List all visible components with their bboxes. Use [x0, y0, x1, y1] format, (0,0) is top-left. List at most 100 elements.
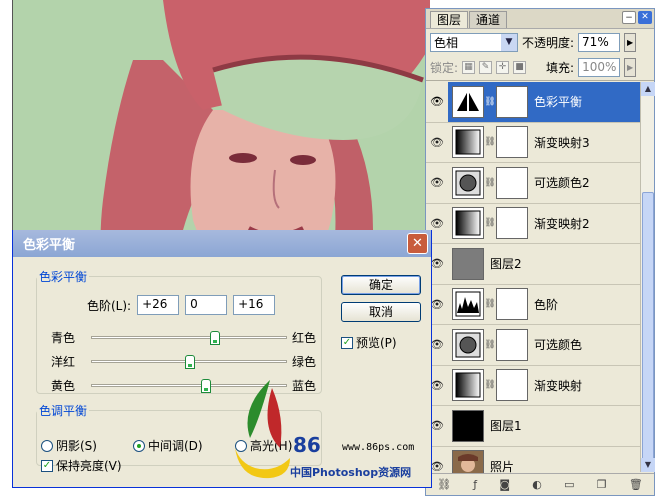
- gradient-icon: [452, 207, 484, 240]
- gradient-icon: [452, 369, 484, 402]
- radio-midtones[interactable]: 中间调(D): [133, 437, 203, 454]
- lock-label: 锁定:: [430, 61, 459, 75]
- link-icon[interactable]: ⛓: [484, 97, 496, 107]
- checkmark-icon[interactable]: ✓: [41, 459, 53, 472]
- close-icon[interactable]: ✕: [407, 233, 428, 254]
- layer-row[interactable]: 👁 ⛓ 渐变映射: [426, 366, 640, 406]
- layer-row[interactable]: 👁 图层2: [426, 244, 640, 285]
- opacity-slider-arrow-icon[interactable]: ▶: [624, 32, 637, 52]
- layer-mask[interactable]: [496, 126, 528, 159]
- lock-position-icon[interactable]: ✛: [496, 61, 510, 74]
- layer-style-icon[interactable]: ƒ: [473, 478, 477, 491]
- layer-row[interactable]: 👁 ⛓ 可选颜色: [426, 325, 640, 366]
- slider-knob[interactable]: [185, 355, 195, 369]
- panel-window-buttons: − ✕: [622, 11, 652, 24]
- ok-button[interactable]: 确定: [341, 275, 421, 295]
- eye-icon[interactable]: 👁: [426, 136, 448, 149]
- layer-row[interactable]: 👁 ⛓ 渐变映射3: [426, 123, 640, 163]
- preserve-luminosity-checkbox[interactable]: ✓ 保持亮度(V): [41, 457, 122, 474]
- level-yellow-blue-input[interactable]: +16: [233, 295, 276, 315]
- slider-track[interactable]: [91, 331, 287, 345]
- layer-row[interactable]: 👁 ⛓ 色阶: [426, 285, 640, 325]
- blend-mode-value: 色相: [434, 35, 459, 50]
- scroll-down-icon[interactable]: ▼: [641, 458, 655, 472]
- blend-mode-select[interactable]: 色相 ▼: [430, 32, 518, 52]
- slider-knob[interactable]: [210, 331, 221, 345]
- slider-cyan-red: 青色 红色: [51, 327, 316, 347]
- tab-layers[interactable]: 图层: [430, 11, 469, 28]
- layer-mask[interactable]: [496, 166, 528, 199]
- layer-row[interactable]: 👁 图层1: [426, 406, 640, 447]
- scrollbar-thumb[interactable]: [642, 192, 654, 462]
- layer-thumbnail: [452, 409, 484, 442]
- link-icon[interactable]: ⛓: [484, 299, 496, 309]
- group-title: 色彩平衡: [39, 270, 88, 284]
- eye-icon[interactable]: 👁: [426, 82, 448, 122]
- new-layer-icon[interactable]: ❐: [597, 478, 607, 491]
- link-layers-icon[interactable]: ⛓: [437, 478, 451, 491]
- chevron-down-icon: ▼: [501, 33, 517, 51]
- layers-list: 👁 ⛓ 色彩平衡 👁 ⛓ 渐变映射3 👁 ⛓ 可选颜色2 👁 ⛓ 渐变映射2 👁…: [426, 82, 640, 487]
- lock-transparency-icon[interactable]: ▦: [462, 61, 476, 74]
- checkmark-icon[interactable]: ✓: [341, 336, 353, 349]
- watermark-caption: 中国Photoshop资源网: [290, 466, 412, 479]
- adjustment-layer-icon[interactable]: ◐: [532, 478, 542, 491]
- lock-all-icon[interactable]: ■: [513, 61, 527, 74]
- new-group-icon[interactable]: ▭: [564, 478, 574, 491]
- eye-icon[interactable]: 👁: [426, 217, 448, 230]
- scroll-up-icon[interactable]: ▲: [641, 82, 655, 96]
- layer-row[interactable]: 👁 ⛓ 可选颜色2: [426, 163, 640, 204]
- layer-name: 渐变映射3: [534, 135, 590, 150]
- trash-icon[interactable]: 🗑: [629, 478, 643, 491]
- layer-mask[interactable]: [496, 369, 528, 402]
- dialog-titlebar[interactable]: 色彩平衡 ✕: [13, 230, 431, 257]
- color-balance-group: 色彩平衡 色阶(L): +26 0 +16 青色 红色 洋红 绿色 黄色 蓝色: [36, 268, 322, 394]
- layer-thumbnail: [452, 247, 484, 280]
- slider-left-label: 黄色: [51, 379, 76, 393]
- add-mask-icon[interactable]: ◙: [499, 478, 510, 491]
- slider-left-label: 青色: [51, 331, 76, 345]
- fill-slider-arrow-icon[interactable]: ▶: [624, 58, 637, 77]
- level-magenta-green-input[interactable]: 0: [185, 295, 228, 315]
- layer-name: 可选颜色2: [534, 176, 590, 191]
- link-icon[interactable]: ⛓: [484, 218, 496, 228]
- level-cyan-red-input[interactable]: +26: [137, 295, 180, 315]
- preview-checkbox[interactable]: ✓ 预览(P): [341, 334, 397, 351]
- slider-knob[interactable]: [200, 379, 211, 393]
- lock-pixels-icon[interactable]: ✎: [479, 61, 493, 74]
- cancel-button[interactable]: 取消: [341, 302, 421, 322]
- layer-row[interactable]: 👁 ⛓ 渐变映射2: [426, 204, 640, 244]
- layer-row[interactable]: 👁 ⛓ 色彩平衡: [426, 82, 640, 123]
- watermark-url: www.86ps.com: [342, 442, 415, 453]
- selective-color-icon: [452, 328, 484, 361]
- tab-channels[interactable]: 通道: [469, 11, 508, 28]
- slider-left-label: 洋红: [51, 355, 76, 369]
- layer-mask[interactable]: [496, 207, 528, 240]
- radio-shadows[interactable]: 阴影(S): [41, 437, 97, 454]
- layer-name: 图层2: [490, 257, 522, 272]
- link-icon[interactable]: ⛓: [484, 178, 496, 188]
- minimize-icon[interactable]: −: [622, 11, 636, 24]
- link-icon[interactable]: ⛓: [484, 380, 496, 390]
- selective-color-icon: [452, 166, 484, 199]
- blend-opacity-row: 色相 ▼ 不透明度: 71% ▶: [426, 29, 654, 55]
- eye-icon[interactable]: 👁: [426, 176, 448, 189]
- slider-right-label: 绿色: [291, 355, 316, 369]
- slider-track[interactable]: [91, 355, 287, 369]
- link-icon[interactable]: ⛓: [484, 340, 496, 350]
- link-icon[interactable]: ⛓: [484, 137, 496, 147]
- layer-mask[interactable]: [496, 288, 528, 321]
- radio-circle[interactable]: [133, 439, 145, 452]
- lock-fill-row: 锁定: ▦ ✎ ✛ ■ 填充: 100% ▶: [426, 55, 654, 81]
- layers-panel: 图层 通道 − ✕ 色相 ▼ 不透明度: 71% ▶ 锁定: ▦ ✎ ✛ ■ 填…: [425, 8, 655, 496]
- radio-circle[interactable]: [41, 439, 53, 452]
- layer-mask[interactable]: [496, 85, 528, 118]
- fill-input[interactable]: 100%: [578, 58, 621, 77]
- layer-mask[interactable]: [496, 328, 528, 361]
- opacity-input[interactable]: 71%: [578, 32, 621, 52]
- layers-scrollbar[interactable]: ▲ ▼: [640, 82, 655, 472]
- group-title: 色调平衡: [39, 404, 88, 418]
- canvas-left-edge: [0, 0, 12, 500]
- close-icon[interactable]: ✕: [638, 11, 652, 24]
- checkbox-label: 预览(P): [356, 336, 397, 350]
